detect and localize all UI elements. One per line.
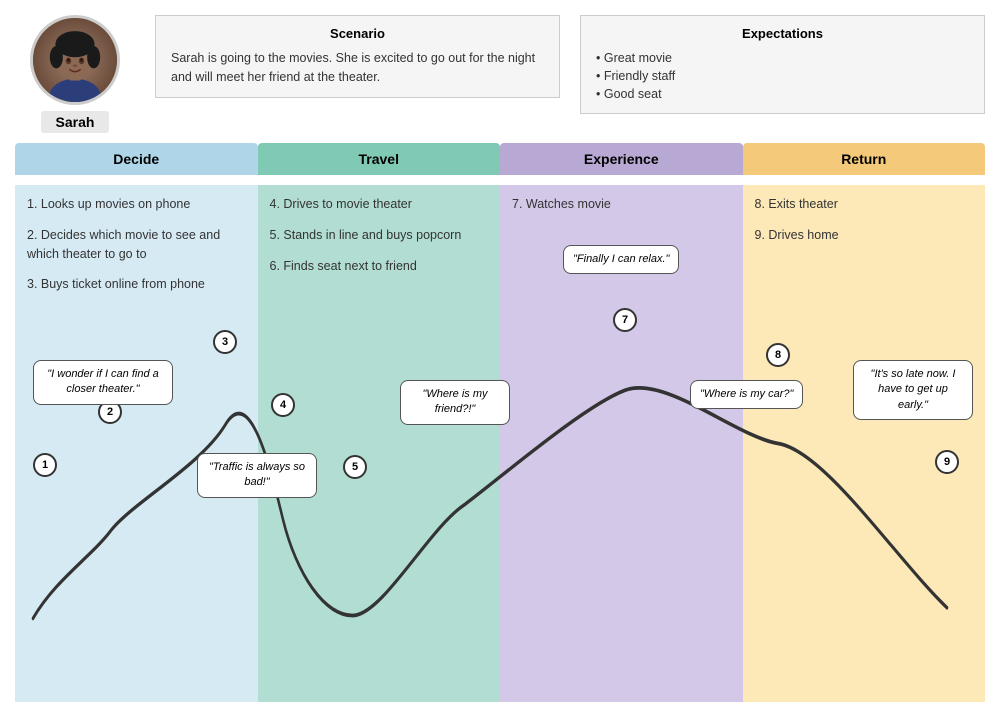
dot-5: 5 — [343, 455, 367, 479]
bubble-5: "Where is my car?" — [690, 380, 803, 409]
col-header-return: Return — [743, 143, 986, 175]
dot-3: 3 — [213, 330, 237, 354]
step-5: 5. Stands in line and buys popcorn — [270, 226, 489, 245]
dot-9: 9 — [935, 450, 959, 474]
step-9: 9. Drives home — [755, 226, 974, 245]
step-4: 4. Drives to movie theater — [270, 195, 489, 214]
scenario-box: Scenario Sarah is going to the movies. S… — [155, 15, 560, 98]
step-1: 1. Looks up movies on phone — [27, 195, 246, 214]
step-8: 8. Exits theater — [755, 195, 974, 214]
main-container: Sarah Scenario Sarah is going to the mov… — [0, 0, 1000, 717]
bubble-6: "It's so late now. I have to get up earl… — [853, 360, 973, 420]
dot-1: 1 — [33, 453, 57, 477]
dot-8: 8 — [766, 343, 790, 367]
step-2: 2. Decides which movie to see and which … — [27, 226, 246, 264]
bubble-1: "I wonder if I can find a closer theater… — [33, 360, 173, 405]
expectations-title: Expectations — [596, 26, 969, 41]
bubble-2: "Traffic is always so bad!" — [197, 453, 317, 498]
scenario-title: Scenario — [171, 26, 544, 41]
bubble-4: "Finally I can relax." — [563, 245, 679, 274]
persona-name: Sarah — [41, 111, 110, 133]
journey-wrapper: 1. Looks up movies on phone 2. Decides w… — [15, 185, 985, 702]
journey-col-decide: 1. Looks up movies on phone 2. Decides w… — [15, 185, 258, 702]
journey-col-return: 8. Exits theater 9. Drives home — [743, 185, 986, 702]
avatar — [30, 15, 120, 105]
journey-area: 1. Looks up movies on phone 2. Decides w… — [15, 185, 985, 702]
dot-4: 4 — [271, 393, 295, 417]
col-header-decide: Decide — [15, 143, 258, 175]
step-7: 7. Watches movie — [512, 195, 731, 214]
expectations-list: Great movie Friendly staff Good seat — [596, 49, 969, 103]
expectation-item: Good seat — [596, 85, 969, 103]
journey-col-travel: 4. Drives to movie theater 5. Stands in … — [258, 185, 501, 702]
step-6: 6. Finds seat next to friend — [270, 257, 489, 276]
col-header-travel: Travel — [258, 143, 501, 175]
scenario-text: Sarah is going to the movies. She is exc… — [171, 49, 544, 87]
expectations-box: Expectations Great movie Friendly staff … — [580, 15, 985, 114]
dot-7: 7 — [613, 308, 637, 332]
bubble-3: "Where is my friend?!" — [400, 380, 510, 425]
expectation-item: Friendly staff — [596, 67, 969, 85]
col-header-experience: Experience — [500, 143, 743, 175]
persona-area: Sarah — [15, 15, 135, 133]
columns-header: Decide Travel Experience Return — [15, 143, 985, 175]
top-section: Sarah Scenario Sarah is going to the mov… — [15, 15, 985, 133]
expectation-item: Great movie — [596, 49, 969, 67]
step-3: 3. Buys ticket online from phone — [27, 275, 246, 294]
